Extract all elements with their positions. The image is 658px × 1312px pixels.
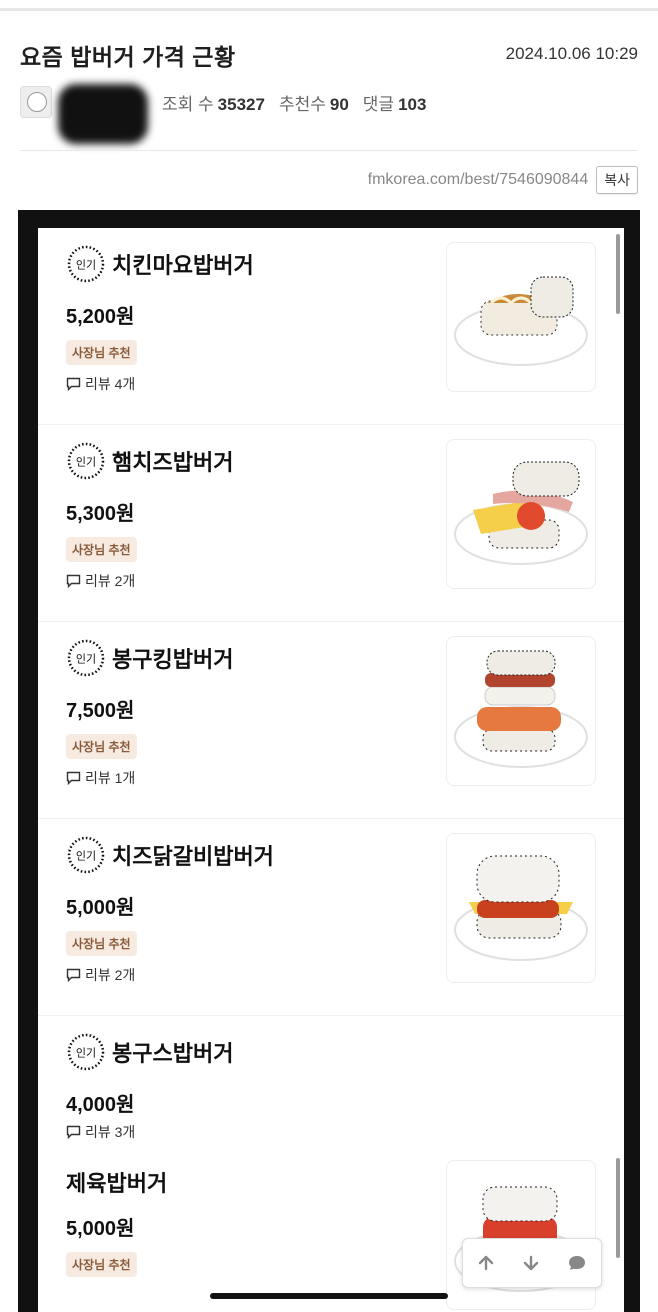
menu-item-name: 봉구킹밥버거 xyxy=(112,647,234,672)
menu-item[interactable]: 인기 햄치즈밥버거 5,300원 사장님 추천 리뷰 2개 xyxy=(38,425,624,622)
review-count[interactable]: 리뷰 3개 xyxy=(66,1122,135,1142)
menu-item-name: 제육밥버거 xyxy=(66,1171,168,1196)
menu-item-photo[interactable] xyxy=(446,242,596,392)
menu-item-name: 봉구스밥버거 xyxy=(112,1041,234,1066)
embedded-screenshot: 인기 치킨마요밥버거 5,200원 사장님 추천 리뷰 4개 인기 햄치즈밥버거… xyxy=(18,210,640,1312)
home-indicator xyxy=(210,1293,448,1299)
popular-badge-icon: 인기 xyxy=(67,1033,105,1071)
top-divider xyxy=(0,8,658,11)
svg-text:인기: 인기 xyxy=(76,259,96,272)
menu-item-price: 5,000원 xyxy=(66,897,135,919)
comment-icon[interactable] xyxy=(567,1254,587,1272)
speech-bubble-icon xyxy=(66,377,81,391)
menu-item-photo[interactable] xyxy=(446,833,596,983)
avatar-icon[interactable] xyxy=(20,86,52,118)
svg-text:인기: 인기 xyxy=(76,1047,96,1060)
review-count[interactable]: 리뷰 2개 xyxy=(66,571,135,591)
menu-item-price: 5,300원 xyxy=(66,503,135,525)
menu-item-price: 7,500원 xyxy=(66,700,135,722)
menu-item-price: 5,000원 xyxy=(66,1218,135,1240)
menu-item-price: 4,000원 xyxy=(66,1094,135,1116)
redacted-author-name xyxy=(58,84,148,144)
menu-item-photo[interactable] xyxy=(446,636,596,786)
menu-item[interactable]: 인기 봉구스밥버거 4,000원 리뷰 3개 xyxy=(38,1016,624,1144)
copy-url-button[interactable]: 복사 xyxy=(596,166,638,194)
floating-nav xyxy=(462,1238,602,1288)
svg-text:인기: 인기 xyxy=(76,850,96,863)
owner-pick-tag: 사장님 추천 xyxy=(66,1252,137,1277)
arrow-down-icon[interactable] xyxy=(522,1254,540,1272)
menu-screen: 인기 치킨마요밥버거 5,200원 사장님 추천 리뷰 4개 인기 햄치즈밥버거… xyxy=(38,228,624,1312)
scrollbar[interactable] xyxy=(616,1158,620,1258)
owner-pick-tag: 사장님 추천 xyxy=(66,734,137,759)
menu-item-price: 5,200원 xyxy=(66,306,135,328)
comment-count[interactable]: 댓글 103 xyxy=(363,90,427,115)
views-count: 조회 수 35327 xyxy=(162,94,265,114)
menu-item-photo[interactable] xyxy=(446,439,596,589)
review-count[interactable]: 리뷰 1개 xyxy=(66,768,135,788)
header-divider xyxy=(20,150,638,151)
popular-badge-icon: 인기 xyxy=(67,245,105,283)
owner-pick-tag: 사장님 추천 xyxy=(66,931,137,956)
arrow-up-icon[interactable] xyxy=(477,1254,495,1272)
speech-bubble-icon xyxy=(66,968,81,982)
post-date: 2024.10.06 10:29 xyxy=(505,44,638,63)
recommend-count: 추천수 90 xyxy=(278,94,349,114)
popular-badge-icon: 인기 xyxy=(67,639,105,677)
menu-item[interactable]: 인기 치킨마요밥버거 5,200원 사장님 추천 리뷰 4개 xyxy=(38,228,624,425)
review-count[interactable]: 리뷰 2개 xyxy=(66,965,135,985)
speech-bubble-icon xyxy=(66,574,81,588)
post-url[interactable]: fmkorea.com/best/7546090844 xyxy=(368,171,589,189)
owner-pick-tag: 사장님 추천 xyxy=(66,537,137,562)
post-meta: 조회 수 35327 추천수 90 댓글 103 xyxy=(20,82,427,144)
menu-item[interactable]: 인기 봉구킹밥버거 7,500원 사장님 추천 리뷰 1개 xyxy=(38,622,624,819)
popular-badge-icon: 인기 xyxy=(67,836,105,874)
speech-bubble-icon xyxy=(66,1125,81,1139)
post-title: 요즘 밥버거 가격 근황 xyxy=(20,44,236,70)
svg-text:인기: 인기 xyxy=(76,653,96,666)
popular-badge-icon: 인기 xyxy=(67,442,105,480)
menu-item-name: 치킨마요밥버거 xyxy=(112,253,254,278)
speech-bubble-icon xyxy=(66,771,81,785)
svg-text:인기: 인기 xyxy=(76,456,96,469)
review-count[interactable]: 리뷰 4개 xyxy=(66,374,135,394)
menu-item-name: 햄치즈밥버거 xyxy=(112,450,234,475)
menu-item-name: 치즈닭갈비밥버거 xyxy=(112,844,274,869)
post-url-row: fmkorea.com/best/7546090844 복사 xyxy=(368,166,638,194)
menu-item[interactable]: 인기 치즈닭갈비밥버거 5,000원 사장님 추천 리뷰 2개 xyxy=(38,819,624,1016)
owner-pick-tag: 사장님 추천 xyxy=(66,340,137,365)
